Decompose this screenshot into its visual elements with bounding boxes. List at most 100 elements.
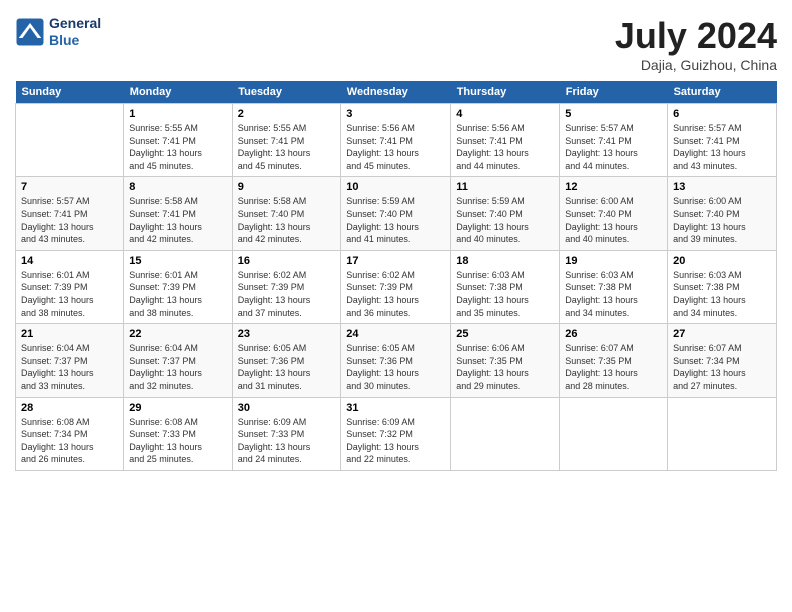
day-cell: 1 Sunrise: 5:55 AM Sunset: 7:41 PM Daylig…	[124, 104, 232, 177]
day-cell: 7 Sunrise: 5:57 AM Sunset: 7:41 PM Daylig…	[16, 177, 124, 250]
day-info: Sunrise: 6:09 AM Sunset: 7:32 PM Dayligh…	[346, 416, 445, 466]
day-info: Sunrise: 6:04 AM Sunset: 7:37 PM Dayligh…	[129, 342, 226, 392]
day-number: 21	[21, 328, 118, 340]
day-number: 16	[238, 255, 336, 267]
month-title: July 2024	[615, 15, 777, 57]
day-info: Sunrise: 6:08 AM Sunset: 7:33 PM Dayligh…	[129, 416, 226, 466]
day-info: Sunrise: 6:06 AM Sunset: 7:35 PM Dayligh…	[456, 342, 554, 392]
col-header-friday: Friday	[560, 81, 668, 104]
day-cell: 14 Sunrise: 6:01 AM Sunset: 7:39 PM Dayli…	[16, 250, 124, 323]
day-number: 4	[456, 108, 554, 120]
col-header-saturday: Saturday	[668, 81, 777, 104]
day-number: 28	[21, 402, 118, 414]
logo: General Blue	[15, 15, 101, 49]
day-number: 18	[456, 255, 554, 267]
day-info: Sunrise: 6:05 AM Sunset: 7:36 PM Dayligh…	[238, 342, 336, 392]
day-cell	[451, 397, 560, 470]
day-number: 2	[238, 108, 336, 120]
day-cell: 2Sunrise: 5:55 AM Sunset: 7:41 PM Daylig…	[232, 104, 341, 177]
week-row-1: 1 Sunrise: 5:55 AM Sunset: 7:41 PM Daylig…	[16, 104, 777, 177]
day-cell: 24Sunrise: 6:05 AM Sunset: 7:36 PM Dayli…	[341, 324, 451, 397]
day-cell	[560, 397, 668, 470]
day-info: Sunrise: 5:59 AM Sunset: 7:40 PM Dayligh…	[456, 195, 554, 245]
day-info: Sunrise: 6:01 AM Sunset: 7:39 PM Dayligh…	[21, 269, 118, 319]
day-cell: 11 Sunrise: 5:59 AM Sunset: 7:40 PM Dayli…	[451, 177, 560, 250]
column-headers: SundayMondayTuesdayWednesdayThursdayFrid…	[16, 81, 777, 104]
day-cell: 25 Sunrise: 6:06 AM Sunset: 7:35 PM Dayli…	[451, 324, 560, 397]
day-info: Sunrise: 5:58 AM Sunset: 7:41 PM Dayligh…	[129, 195, 226, 245]
day-number: 13	[673, 181, 771, 193]
week-row-5: 28 Sunrise: 6:08 AM Sunset: 7:34 PM Dayli…	[16, 397, 777, 470]
day-number: 25	[456, 328, 554, 340]
day-number: 27	[673, 328, 771, 340]
day-cell: 19 Sunrise: 6:03 AM Sunset: 7:38 PM Dayli…	[560, 250, 668, 323]
day-info: Sunrise: 6:00 AM Sunset: 7:40 PM Dayligh…	[673, 195, 771, 245]
day-cell: 21 Sunrise: 6:04 AM Sunset: 7:37 PM Dayli…	[16, 324, 124, 397]
day-info: Sunrise: 5:58 AM Sunset: 7:40 PM Dayligh…	[238, 195, 336, 245]
day-number: 6	[673, 108, 771, 120]
day-cell: 30 Sunrise: 6:09 AM Sunset: 7:33 PM Dayli…	[232, 397, 341, 470]
day-info: Sunrise: 6:04 AM Sunset: 7:37 PM Dayligh…	[21, 342, 118, 392]
day-info: Sunrise: 6:09 AM Sunset: 7:33 PM Dayligh…	[238, 416, 336, 466]
day-cell	[668, 397, 777, 470]
title-area: July 2024 Dajia, Guizhou, China	[615, 15, 777, 73]
day-info: Sunrise: 6:07 AM Sunset: 7:34 PM Dayligh…	[673, 342, 771, 392]
day-info: Sunrise: 5:57 AM Sunset: 7:41 PM Dayligh…	[21, 195, 118, 245]
day-cell: 28 Sunrise: 6:08 AM Sunset: 7:34 PM Dayli…	[16, 397, 124, 470]
day-info: Sunrise: 6:00 AM Sunset: 7:40 PM Dayligh…	[565, 195, 662, 245]
day-number: 30	[238, 402, 336, 414]
day-info: Sunrise: 5:59 AM Sunset: 7:40 PM Dayligh…	[346, 195, 445, 245]
day-cell	[16, 104, 124, 177]
day-number: 7	[21, 181, 118, 193]
day-number: 1	[129, 108, 226, 120]
week-row-2: 7 Sunrise: 5:57 AM Sunset: 7:41 PM Daylig…	[16, 177, 777, 250]
day-info: Sunrise: 6:07 AM Sunset: 7:35 PM Dayligh…	[565, 342, 662, 392]
day-cell: 31 Sunrise: 6:09 AM Sunset: 7:32 PM Dayli…	[341, 397, 451, 470]
day-info: Sunrise: 6:03 AM Sunset: 7:38 PM Dayligh…	[456, 269, 554, 319]
day-number: 5	[565, 108, 662, 120]
page-container: General Blue July 2024 Dajia, Guizhou, C…	[0, 0, 792, 481]
calendar-table: SundayMondayTuesdayWednesdayThursdayFrid…	[15, 81, 777, 471]
day-number: 8	[129, 181, 226, 193]
day-cell: 26 Sunrise: 6:07 AM Sunset: 7:35 PM Dayli…	[560, 324, 668, 397]
day-number: 20	[673, 255, 771, 267]
day-number: 19	[565, 255, 662, 267]
day-number: 22	[129, 328, 226, 340]
day-cell: 15 Sunrise: 6:01 AM Sunset: 7:39 PM Dayli…	[124, 250, 232, 323]
day-cell: 4Sunrise: 5:56 AM Sunset: 7:41 PM Daylig…	[451, 104, 560, 177]
week-row-4: 21 Sunrise: 6:04 AM Sunset: 7:37 PM Dayli…	[16, 324, 777, 397]
day-info: Sunrise: 6:03 AM Sunset: 7:38 PM Dayligh…	[673, 269, 771, 319]
day-cell: 12Sunrise: 6:00 AM Sunset: 7:40 PM Dayli…	[560, 177, 668, 250]
day-number: 26	[565, 328, 662, 340]
day-number: 9	[238, 181, 336, 193]
day-cell: 18 Sunrise: 6:03 AM Sunset: 7:38 PM Dayli…	[451, 250, 560, 323]
day-number: 17	[346, 255, 445, 267]
day-cell: 29 Sunrise: 6:08 AM Sunset: 7:33 PM Dayli…	[124, 397, 232, 470]
col-header-monday: Monday	[124, 81, 232, 104]
day-cell: 9 Sunrise: 5:58 AM Sunset: 7:40 PM Daylig…	[232, 177, 341, 250]
day-cell: 3Sunrise: 5:56 AM Sunset: 7:41 PM Daylig…	[341, 104, 451, 177]
week-row-3: 14 Sunrise: 6:01 AM Sunset: 7:39 PM Dayli…	[16, 250, 777, 323]
day-info: Sunrise: 6:08 AM Sunset: 7:34 PM Dayligh…	[21, 416, 118, 466]
day-cell: 22 Sunrise: 6:04 AM Sunset: 7:37 PM Dayli…	[124, 324, 232, 397]
day-cell: 27 Sunrise: 6:07 AM Sunset: 7:34 PM Dayli…	[668, 324, 777, 397]
day-cell: 5 Sunrise: 5:57 AM Sunset: 7:41 PM Daylig…	[560, 104, 668, 177]
day-number: 31	[346, 402, 445, 414]
day-cell: 13 Sunrise: 6:00 AM Sunset: 7:40 PM Dayli…	[668, 177, 777, 250]
day-info: Sunrise: 5:55 AM Sunset: 7:41 PM Dayligh…	[129, 122, 226, 172]
header: General Blue July 2024 Dajia, Guizhou, C…	[15, 15, 777, 73]
day-number: 10	[346, 181, 445, 193]
day-cell: 8 Sunrise: 5:58 AM Sunset: 7:41 PM Daylig…	[124, 177, 232, 250]
day-info: Sunrise: 5:57 AM Sunset: 7:41 PM Dayligh…	[673, 122, 771, 172]
day-number: 11	[456, 181, 554, 193]
col-header-tuesday: Tuesday	[232, 81, 341, 104]
day-info: Sunrise: 5:57 AM Sunset: 7:41 PM Dayligh…	[565, 122, 662, 172]
day-info: Sunrise: 6:03 AM Sunset: 7:38 PM Dayligh…	[565, 269, 662, 319]
day-info: Sunrise: 6:01 AM Sunset: 7:39 PM Dayligh…	[129, 269, 226, 319]
day-number: 14	[21, 255, 118, 267]
day-number: 29	[129, 402, 226, 414]
day-info: Sunrise: 6:05 AM Sunset: 7:36 PM Dayligh…	[346, 342, 445, 392]
day-number: 23	[238, 328, 336, 340]
day-number: 15	[129, 255, 226, 267]
day-cell: 17Sunrise: 6:02 AM Sunset: 7:39 PM Dayli…	[341, 250, 451, 323]
